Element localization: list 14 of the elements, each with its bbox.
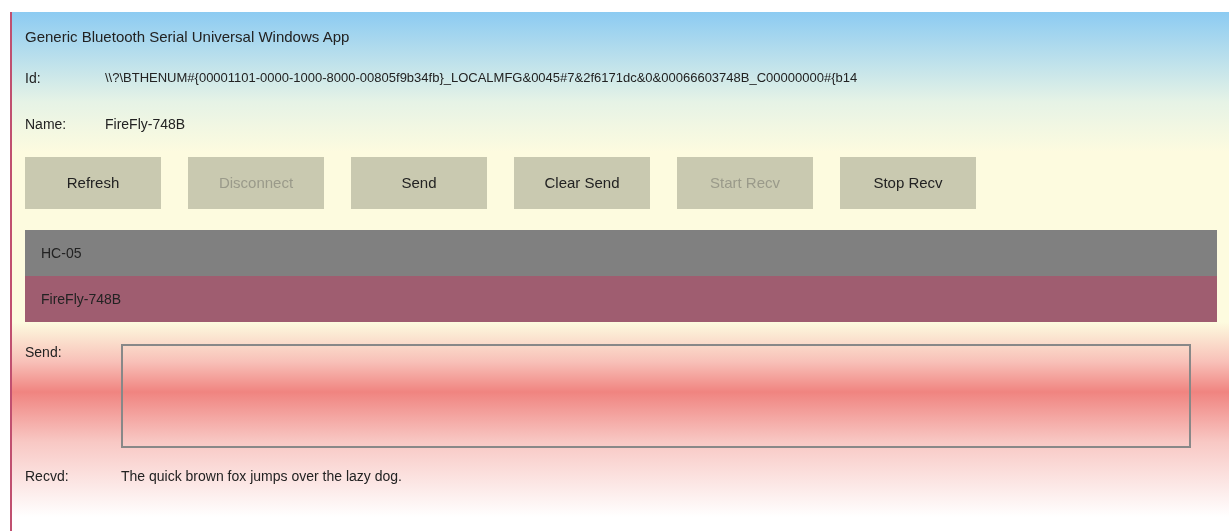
window-title: Generic Bluetooth Serial Universal Windows App <box>25 27 351 47</box>
name-label: Name: <box>25 115 68 134</box>
device-list-item[interactable]: HC-05 <box>25 230 1217 276</box>
id-label: Id: <box>25 69 42 88</box>
toolbar-button[interactable]: Clear Send <box>514 157 650 209</box>
id-value: \\?\BTHENUM#{00001101-0000-1000-8000-00805f9b34fb}_LOCALMFG&0045#7&2f6171dc&0&00066603748B_C00000000#{b14 <box>105 69 858 87</box>
toolbar-button[interactable]: Stop Recv <box>840 157 976 209</box>
recvd-label: Recvd: <box>25 467 70 486</box>
toolbar-button[interactable]: Refresh <box>25 157 161 209</box>
name-value: FireFly-748B <box>105 115 186 134</box>
toolbar-button[interactable]: Send <box>351 157 487 209</box>
send-input-field[interactable] <box>121 344 1191 448</box>
send-label: Send: <box>25 343 63 362</box>
recvd-value: The quick brown fox jumps over the lazy dog. <box>121 467 402 486</box>
